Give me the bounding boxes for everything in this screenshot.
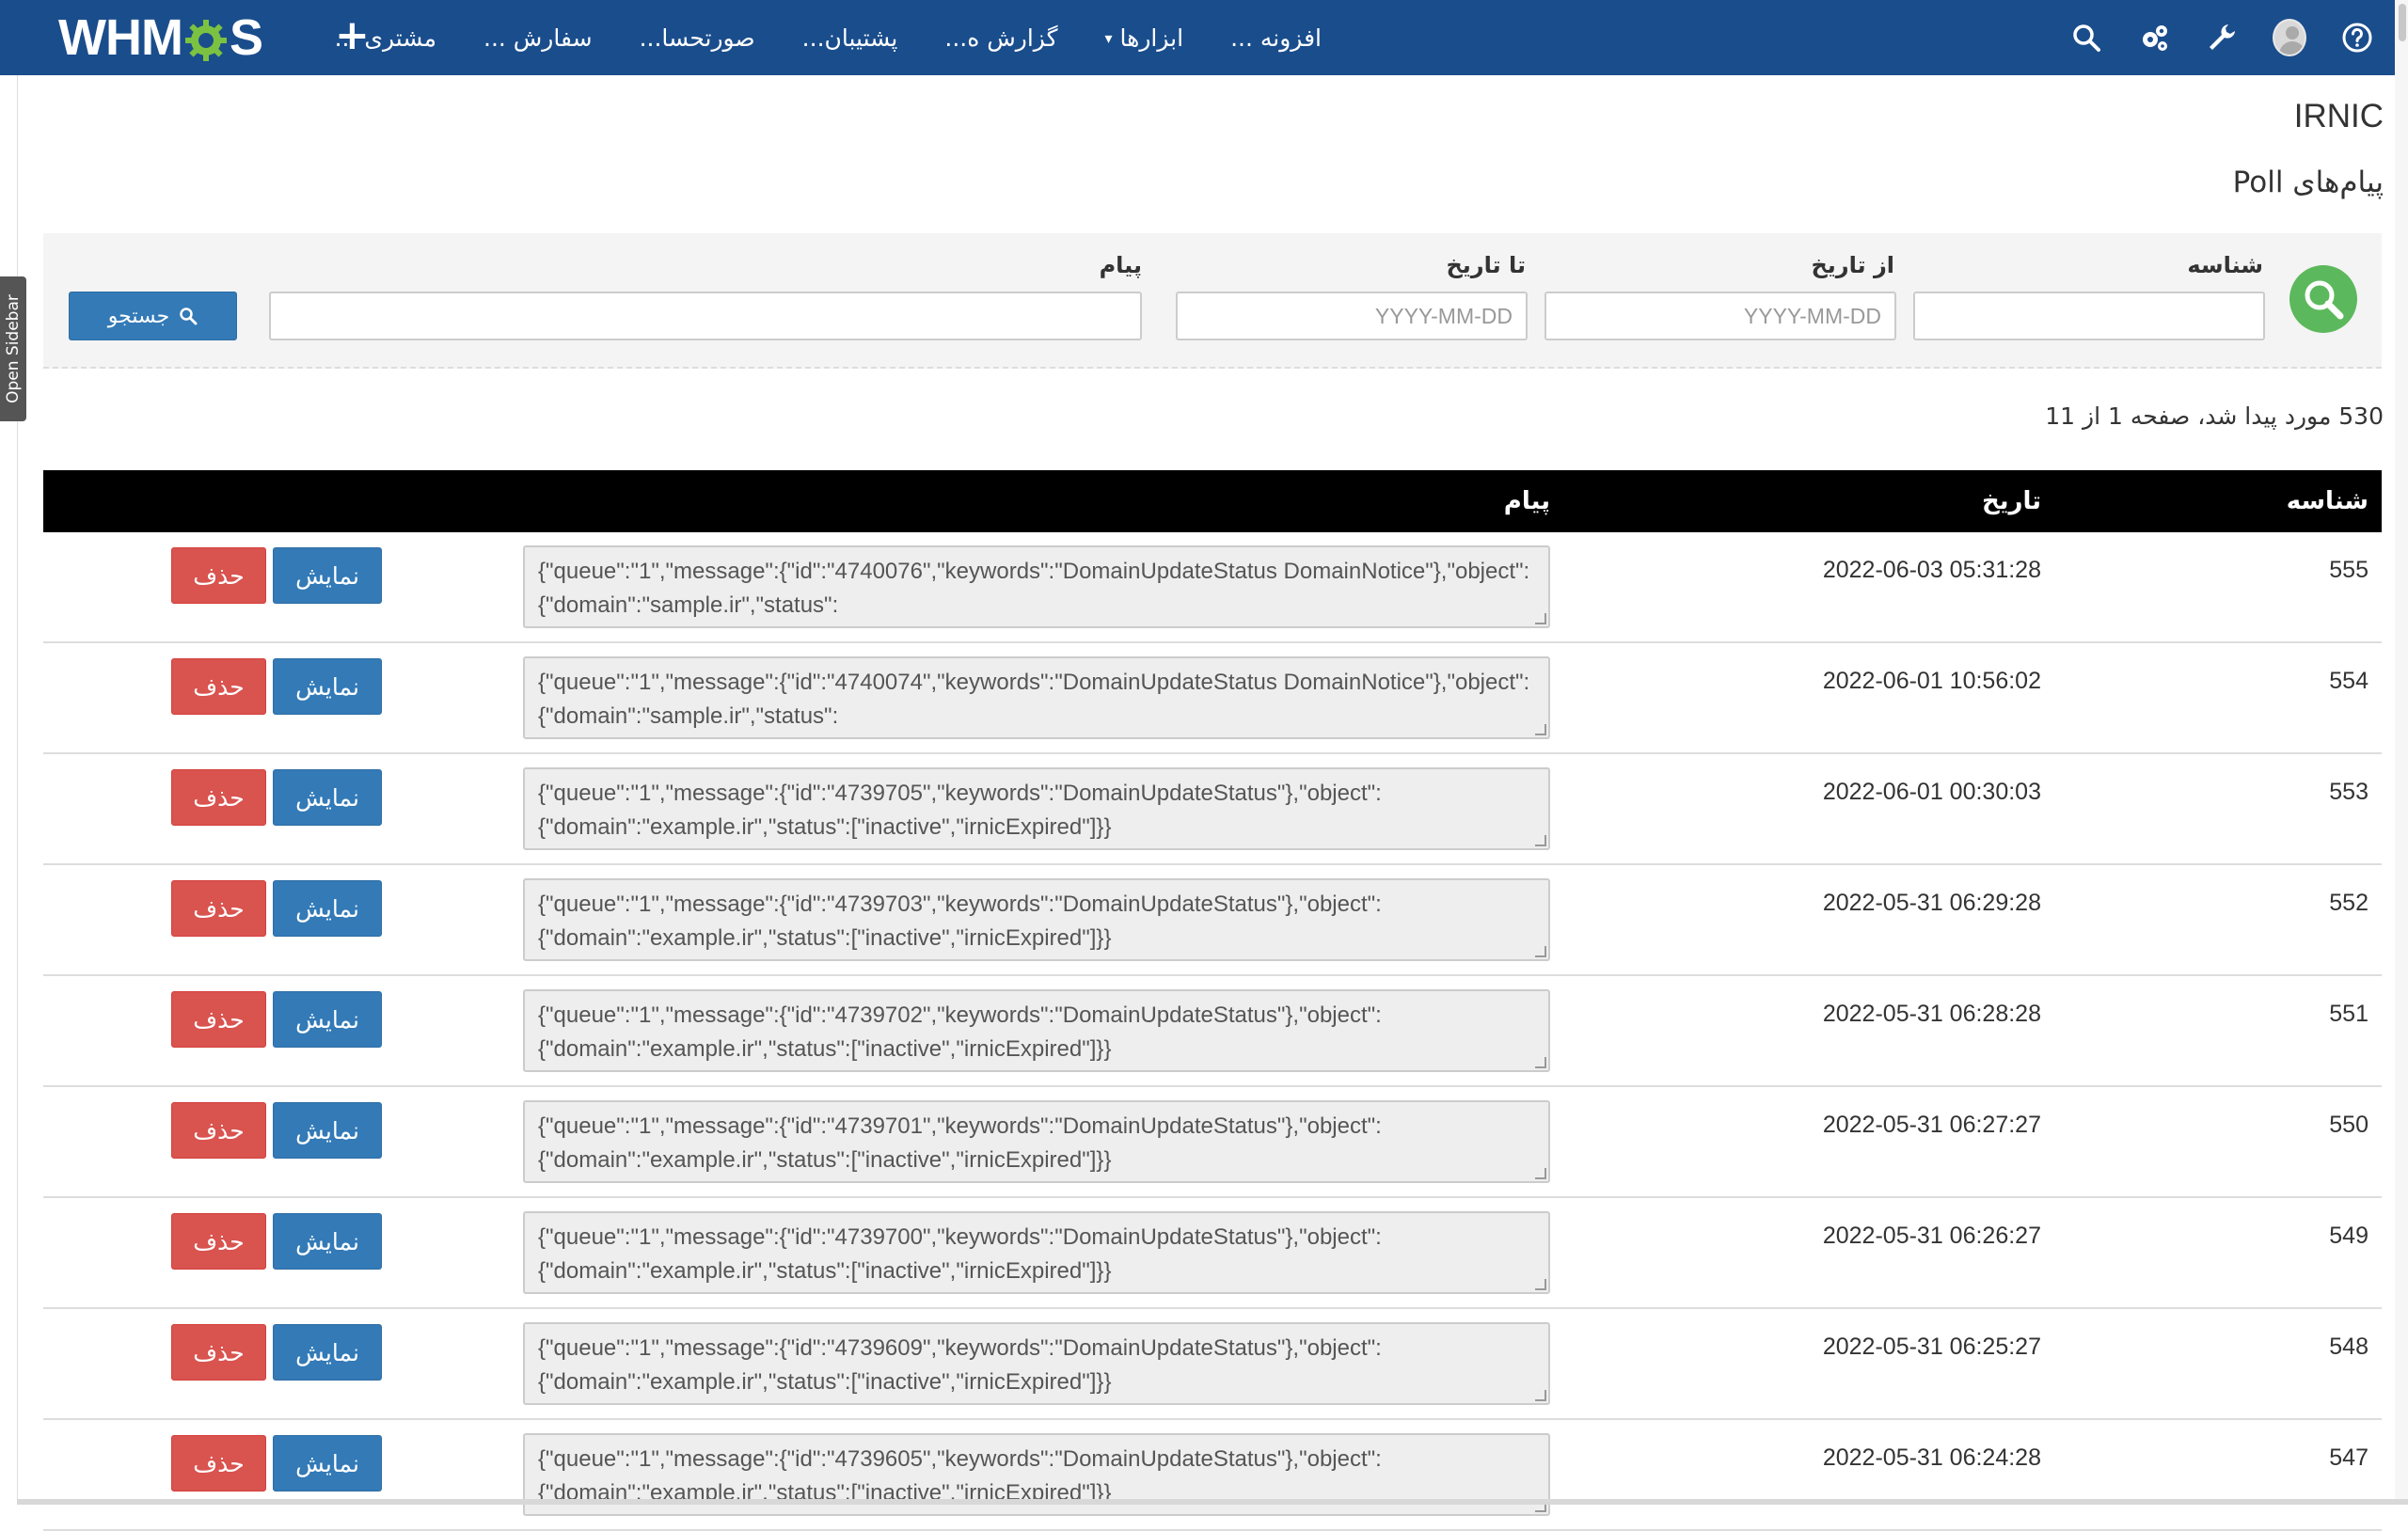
row-message-textarea[interactable]: {"queue":"1","message":{"id":"4739700","… (523, 1211, 1550, 1294)
delete-button[interactable]: حذف (171, 991, 266, 1048)
id-label: شناسه (2187, 252, 2263, 278)
id-input[interactable] (1913, 292, 2265, 340)
navbar-right-icons (2069, 0, 2374, 75)
delete-button[interactable]: حذف (171, 880, 266, 937)
search-icon (179, 307, 198, 325)
user-avatar[interactable] (2273, 21, 2306, 55)
from-date-input[interactable]: YYYY-MM-DD (1545, 292, 1896, 340)
whmcs-logo[interactable]: WHM S (58, 11, 262, 64)
table-row: 549 2022-05-31 06:26:27 {"queue":"1","mess… (43, 1198, 2382, 1309)
delete-button[interactable]: حذف (171, 1102, 266, 1159)
table-header: شناسه تاریخ پیام (43, 470, 2382, 532)
wrench-icon[interactable] (2205, 21, 2239, 55)
table-row: 554 2022-06-01 10:56:02 {"queue":"1","mess… (43, 643, 2382, 754)
table-row: 552 2022-05-31 06:29:28 {"queue":"1","mess… (43, 865, 2382, 976)
scrollbar-thumb[interactable] (2399, 4, 2406, 41)
open-sidebar-tab[interactable]: Open Sidebar (0, 276, 26, 421)
top-navbar: WHM S + افزونه ... ابزارها▾ (0, 0, 2408, 75)
menu-billing[interactable]: صورتحسا... (616, 0, 779, 75)
delete-button[interactable]: حذف (171, 1324, 266, 1381)
page-title: IRNIC (2294, 98, 2384, 135)
help-icon[interactable] (2340, 21, 2374, 55)
logo-text-left: WHM (58, 8, 182, 67)
row-id: 549 (2329, 1223, 2368, 1250)
from-date-label: از تاریخ (1811, 252, 1894, 278)
show-button[interactable]: نمایش (273, 547, 382, 604)
search-icon[interactable] (2069, 21, 2103, 55)
menu-support[interactable]: پشتیبان... (779, 0, 922, 75)
row-date: 2022-05-31 06:29:28 (1823, 890, 2041, 917)
show-button[interactable]: نمایش (273, 769, 382, 826)
avatar (2273, 19, 2306, 56)
show-button[interactable]: نمایش (273, 1324, 382, 1381)
menu-orders[interactable]: سفارش ... (460, 0, 616, 75)
show-button[interactable]: نمایش (273, 1213, 382, 1270)
row-date: 2022-05-31 06:27:27 (1823, 1112, 2041, 1139)
row-message-textarea[interactable]: {"queue":"1","message":{"id":"4740076","… (523, 545, 1550, 628)
page-scrollbar[interactable] (2395, 0, 2408, 1505)
to-date-label: تا تاریخ (1446, 252, 1526, 278)
search-button[interactable]: جستجو (69, 292, 237, 340)
poll-messages-table: شناسه تاریخ پیام 555 2022-06-03 05:31:28 {… (43, 470, 2382, 1531)
table-row: 548 2022-05-31 06:25:27 {"queue":"1","mess… (43, 1309, 2382, 1420)
main-menu: افزونه ... ابزارها▾ گزارش ه... پشتیبان..… (404, 0, 1345, 75)
menu-reports[interactable]: گزارش ه... (921, 0, 1081, 75)
row-date: 2022-05-31 06:25:27 (1823, 1334, 2041, 1361)
row-message-textarea[interactable]: {"queue":"1","message":{"id":"4740074","… (523, 656, 1550, 739)
row-id: 555 (2329, 557, 2368, 584)
row-id: 547 (2329, 1444, 2368, 1472)
row-date: 2022-05-31 06:28:28 (1823, 1001, 2041, 1028)
row-message-textarea[interactable]: {"queue":"1","message":{"id":"4739703","… (523, 878, 1550, 961)
table-row: 555 2022-06-03 05:31:28 {"queue":"1","mess… (43, 532, 2382, 643)
horizontal-scrollbar[interactable] (17, 1499, 2408, 1505)
caret-down-icon: ▾ (1105, 29, 1113, 47)
show-button[interactable]: نمایش (273, 1435, 382, 1492)
show-button[interactable]: نمایش (273, 658, 382, 715)
table-row: 551 2022-05-31 06:28:28 {"queue":"1","mess… (43, 976, 2382, 1087)
table-body: 555 2022-06-03 05:31:28 {"queue":"1","mess… (43, 532, 2382, 1531)
row-date: 2022-06-01 10:56:02 (1823, 668, 2041, 695)
show-button[interactable]: نمایش (273, 1102, 382, 1159)
row-id: 554 (2329, 668, 2368, 695)
page-subtitle: پیام‌های Poll (2233, 166, 2384, 199)
search-circle-icon (2289, 265, 2357, 333)
gear-logo-icon (184, 16, 228, 59)
row-id: 552 (2329, 890, 2368, 917)
table-row: 550 2022-05-31 06:27:27 {"queue":"1","mess… (43, 1087, 2382, 1198)
row-id: 550 (2329, 1112, 2368, 1139)
show-button[interactable]: نمایش (273, 880, 382, 937)
row-message-textarea[interactable]: {"queue":"1","message":{"id":"4739609","… (523, 1322, 1550, 1405)
row-id: 551 (2329, 1001, 2368, 1028)
delete-button[interactable]: حذف (171, 1213, 266, 1270)
row-id: 553 (2329, 779, 2368, 806)
logo-text-right: S (230, 8, 262, 67)
message-label: پیام (1100, 252, 1142, 278)
table-row: 5472022-05-31 06:24:28{"queue":"1","mess… (43, 1420, 2382, 1531)
menu-clients[interactable]: مشتری ... (311, 0, 460, 75)
header-message: پیام (1504, 487, 1550, 515)
gears-icon[interactable] (2137, 21, 2171, 55)
row-message-textarea[interactable]: {"queue":"1","message":{"id":"4739702","… (523, 989, 1550, 1072)
row-message-textarea[interactable]: {"queue":"1","message":{"id":"4739705","… (523, 767, 1550, 850)
delete-button[interactable]: حذف (171, 769, 266, 826)
row-message-textarea[interactable]: {"queue":"1","message":{"id":"4739701","… (523, 1100, 1550, 1183)
header-date: تاریخ (1982, 487, 2041, 515)
menu-addons[interactable]: افزونه ... (1207, 0, 1345, 75)
results-count: 530 مورد پیدا شد، صفحه 1 از 11 (2045, 402, 2384, 430)
row-id: 548 (2329, 1334, 2368, 1361)
row-date: 2022-05-31 06:26:27 (1823, 1223, 2041, 1250)
table-row: 553 2022-06-01 00:30:03 {"queue":"1","mess… (43, 754, 2382, 865)
to-date-input[interactable]: YYYY-MM-DD (1176, 292, 1528, 340)
row-date: 2022-05-31 06:24:28 (1823, 1444, 2041, 1472)
message-input[interactable] (269, 292, 1142, 340)
delete-button[interactable]: حذف (171, 658, 266, 715)
menu-utilities[interactable]: ابزارها▾ (1082, 0, 1208, 75)
search-panel: شناسه از تاریخ YYYY-MM-DD تا تاریخ YYYY-… (43, 233, 2382, 369)
delete-button[interactable]: حذف (171, 1435, 266, 1492)
row-date: 2022-06-01 00:30:03 (1823, 779, 2041, 806)
show-button[interactable]: نمایش (273, 991, 382, 1048)
header-id: شناسه (2287, 487, 2368, 515)
row-date: 2022-06-03 05:31:28 (1823, 557, 2041, 584)
delete-button[interactable]: حذف (171, 547, 266, 604)
